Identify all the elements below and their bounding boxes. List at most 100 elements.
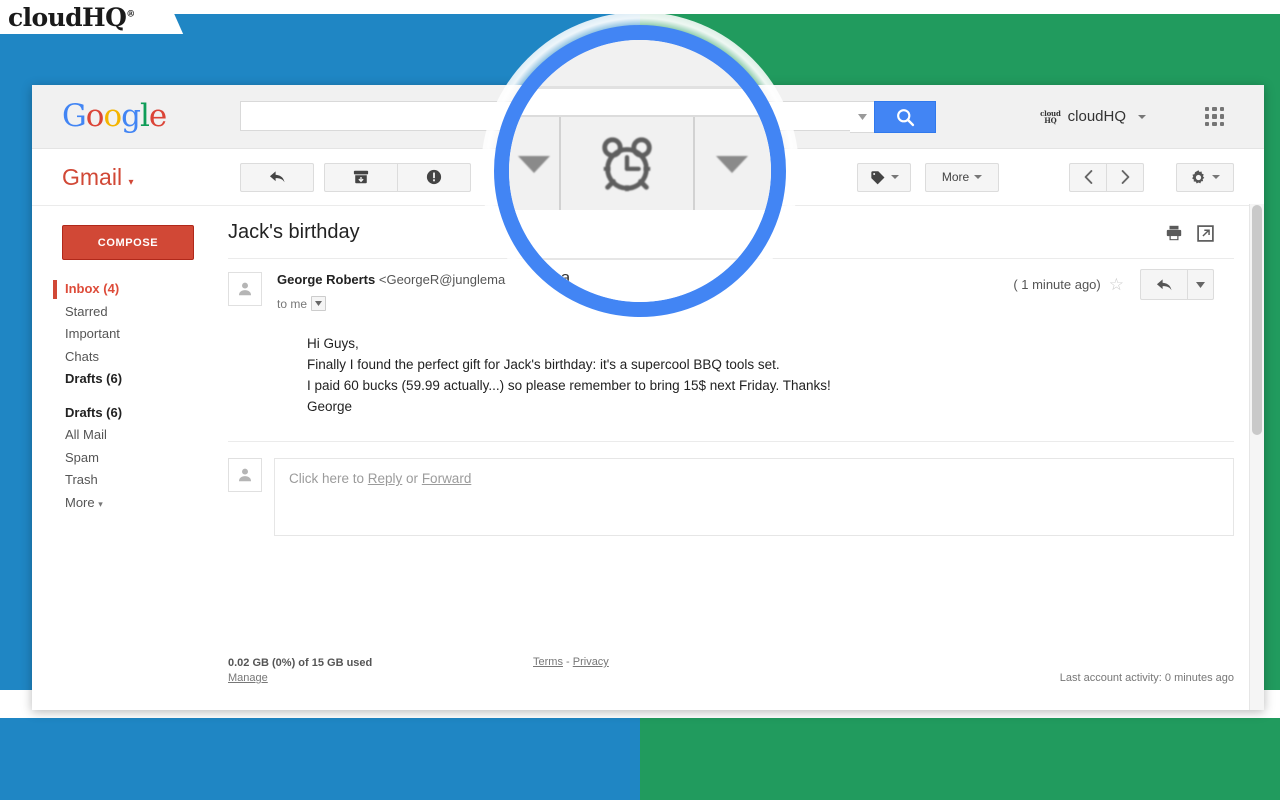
legal-separator: - [566,656,570,668]
google-logo-letter: g [121,98,141,134]
reply-row: Click here to Reply or Forward [228,442,1234,536]
cloudhq-logo-tab: cloudHQ® [0,0,158,34]
reply-prompt-prefix: Click here to [289,471,368,486]
badge-line-2: HQ [1044,115,1057,125]
next-message-button[interactable] [1106,162,1144,192]
privacy-link[interactable]: Privacy [573,656,609,668]
recipient-details-caret[interactable] [311,296,327,311]
gear-icon [1192,169,1205,184]
manage-storage-link[interactable]: Manage [228,671,372,686]
sidebar-item-starred[interactable]: Starred [62,301,210,324]
storage-usage-text: 0.02 GB (0%) of 15 GB used [228,657,373,669]
sidebar-item-label: Starred [65,303,108,319]
sender-block: George Roberts <GeorgeR@junglema to me [277,272,505,311]
terms-link[interactable]: Terms [533,656,563,668]
sidebar-item-label: Chats [65,348,99,364]
reply-options-button[interactable] [1187,269,1214,300]
sidebar-item-chats[interactable]: Chats [62,346,210,369]
reply-link[interactable]: Reply [368,471,403,486]
avatar [228,458,262,492]
sidebar-item-label: Trash [65,472,98,487]
apps-grid-dot [1219,121,1224,126]
sidebar-item-drafts[interactable]: Drafts (6) [62,368,210,391]
search-button[interactable] [874,101,936,133]
sidebar-item-label: Drafts (6) [65,404,123,420]
message-body-line: Hi Guys, [307,336,359,351]
vertical-scrollbar[interactable] [1249,204,1264,710]
apps-grid-icon[interactable] [1205,107,1224,126]
archive-spam-group [324,162,471,192]
reply-forward-input[interactable]: Click here to Reply or Forward [274,458,1234,536]
spam-exclamation-icon [426,169,442,185]
page-title: Jack's birthday [228,220,360,243]
sender-line: George Roberts <GeorgeR@junglema [277,272,505,287]
person-placeholder-icon [238,468,252,482]
apps-grid-dot [1205,114,1210,119]
reply-prompt-middle: or [402,471,422,486]
scrollbar-thumb[interactable] [1252,205,1262,435]
sidebar-item-label: Inbox (4) [65,281,120,296]
message-body: Hi Guys, Finally I found the perfect gif… [307,333,1234,417]
archive-icon [353,170,369,184]
sender-address: <GeorgeR@junglema [378,272,506,287]
recipient-line[interactable]: to me [277,296,505,311]
sidebar-item-inbox[interactable]: Inbox (4) [62,278,210,301]
sidebar-item-drafts-secondary[interactable]: Drafts (6) [62,402,210,425]
printer-icon[interactable] [1165,224,1183,242]
chevron-down-icon [1196,281,1205,288]
star-outline-icon[interactable]: ☆ [1109,276,1124,293]
message-body-line: I paid 60 bucks (59.99 actually...) so p… [307,378,831,393]
legal-links: Terms - Privacy [533,656,609,668]
sidebar: COMPOSE Inbox (4) Starred Important Chat… [32,206,210,710]
cloudhq-logo-wordmark: cloudHQ [8,2,127,32]
forward-link[interactable]: Forward [422,471,472,486]
report-spam-button[interactable] [397,162,471,192]
gmail-brand[interactable]: Gmail ▾ [62,164,240,191]
message-actions [1165,224,1214,242]
sidebar-item-all-mail[interactable]: All Mail [62,424,210,447]
toolbar-left-group [240,162,471,192]
gmail-body: COMPOSE Inbox (4) Starred Important Chat… [32,206,1264,710]
sidebar-item-important[interactable]: Important [62,323,210,346]
message-header-right: ( 1 minute ago) ☆ [1013,269,1214,300]
open-in-new-window-icon[interactable] [1197,224,1214,242]
background-top-white-strip [0,0,1280,14]
google-header-bar: Google cloud HQ cloudHQ [32,85,1264,149]
account-area[interactable]: cloud HQ cloudHQ [1040,85,1146,148]
back-arrow-icon [269,171,284,183]
previous-message-button[interactable] [1069,162,1107,192]
apps-grid-dot [1212,114,1217,119]
message-signature: George [307,399,353,414]
chevron-down-icon: ▾ [128,176,134,188]
google-logo-letter: l [139,98,150,134]
more-button-label: More [941,170,970,184]
subject-row: Jack's birthday [228,206,1234,258]
back-to-inbox-button[interactable] [240,162,314,192]
more-button[interactable]: More [925,162,999,192]
message-body-line: Finally I found the perfect gift for Jac… [307,357,780,372]
archive-button[interactable] [324,162,398,192]
reply-button-group [1140,269,1214,300]
chevron-down-icon [890,175,899,179]
sender-name: George Roberts [277,272,376,287]
sidebar-item-label: Important [65,326,120,341]
reply-button[interactable] [1140,269,1188,300]
apps-grid-dot [1219,107,1224,112]
sidebar-item-trash[interactable]: Trash [62,469,210,492]
sidebar-item-label: Drafts (6) [65,371,123,386]
sidebar-item-more[interactable]: More ▾ [62,492,210,516]
gmail-toolbar: Gmail ▾ More [32,149,1264,206]
chevron-down-icon [315,301,323,306]
labels-button[interactable] [857,162,911,192]
chevron-right-icon [1121,170,1129,184]
sidebar-item-spam[interactable]: Spam [62,447,210,470]
recipient-label: to me [277,296,308,311]
settings-button[interactable] [1176,162,1234,192]
gmail-window: Google cloud HQ cloudHQ Gmail ▾ More COM… [32,85,1264,710]
chevron-down-icon [974,175,983,179]
search-input[interactable] [240,101,850,131]
search-options-caret[interactable] [850,101,874,133]
account-name: cloudHQ [1067,108,1126,125]
apps-grid-dot [1219,114,1224,119]
compose-button[interactable]: COMPOSE [62,225,194,260]
